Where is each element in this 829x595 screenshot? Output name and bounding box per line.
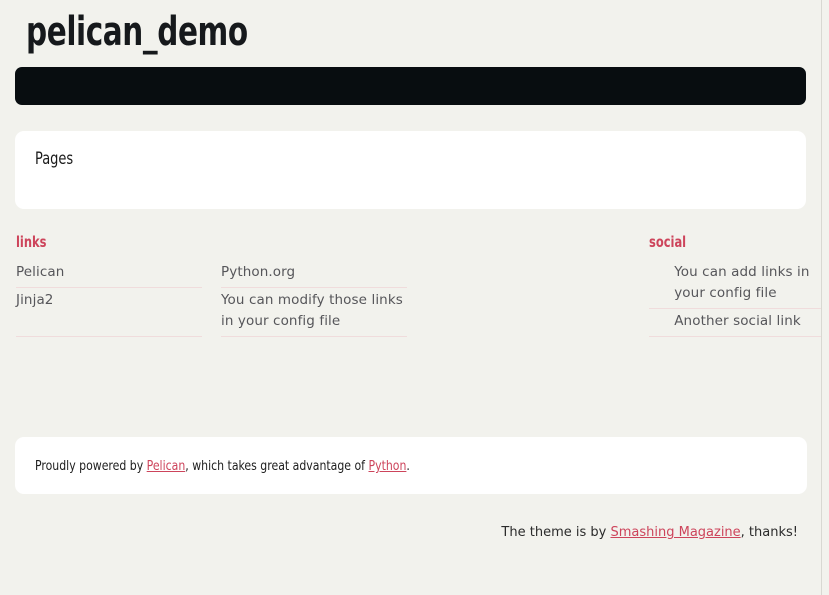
footer-link-python[interactable]: Python [369,458,407,474]
pages-heading: Pages [35,149,74,169]
links-widget: links Pelican Python.org Jinja2 You can … [0,233,624,337]
list-item[interactable]: Another social link [649,309,821,337]
social-list: You can add links in your config file An… [649,260,821,337]
widgets-row: links Pelican Python.org Jinja2 You can … [0,233,821,337]
list-item[interactable]: Pelican [16,260,202,288]
list-item[interactable]: Python.org [221,260,407,288]
vertical-scrollbar[interactable] [822,0,829,595]
site-title[interactable]: pelican_demo [26,6,678,58]
footer-card: Proudly powered by Pelican, which takes … [15,437,807,494]
footer-suffix: . [406,458,410,474]
list-item[interactable]: You can modify those links in your confi… [221,288,407,337]
link-modify-config-note[interactable]: You can modify those links in your confi… [221,290,407,332]
theme-credit-suffix: , thanks! [740,525,798,540]
list-item[interactable]: Jinja2 [16,288,202,337]
site-header: pelican_demo [0,0,821,58]
footer-prefix: Proudly powered by [35,458,147,474]
social-link-add-links-note[interactable]: You can add links in your config file [674,262,821,304]
social-widget-heading: social [649,233,687,251]
main-navigation-bar[interactable] [15,67,806,105]
nav-list [15,67,806,105]
links-widget-heading: links [16,233,47,251]
theme-credit-link[interactable]: Smashing Magazine [610,525,740,540]
footer-middle: , which takes great advantage of [185,458,369,474]
pages-card: Pages [15,131,806,209]
link-jinja2[interactable]: Jinja2 [16,290,202,311]
theme-credit-prefix: The theme is by [501,525,611,540]
list-item[interactable]: You can add links in your config file [649,260,821,309]
social-widget: social You can add links in your config … [624,233,821,337]
links-list: Pelican Python.org Jinja2 You can modify… [16,260,624,337]
link-pelican[interactable]: Pelican [16,262,202,283]
page-root: pelican_demo Pages links Pelican Python.… [0,0,822,595]
link-python-org[interactable]: Python.org [221,262,407,283]
theme-credit: The theme is by Smashing Magazine, thank… [501,523,798,542]
social-link-another[interactable]: Another social link [674,311,821,332]
footer-link-pelican[interactable]: Pelican [147,458,186,474]
footer-text: Proudly powered by Pelican, which takes … [35,457,730,475]
